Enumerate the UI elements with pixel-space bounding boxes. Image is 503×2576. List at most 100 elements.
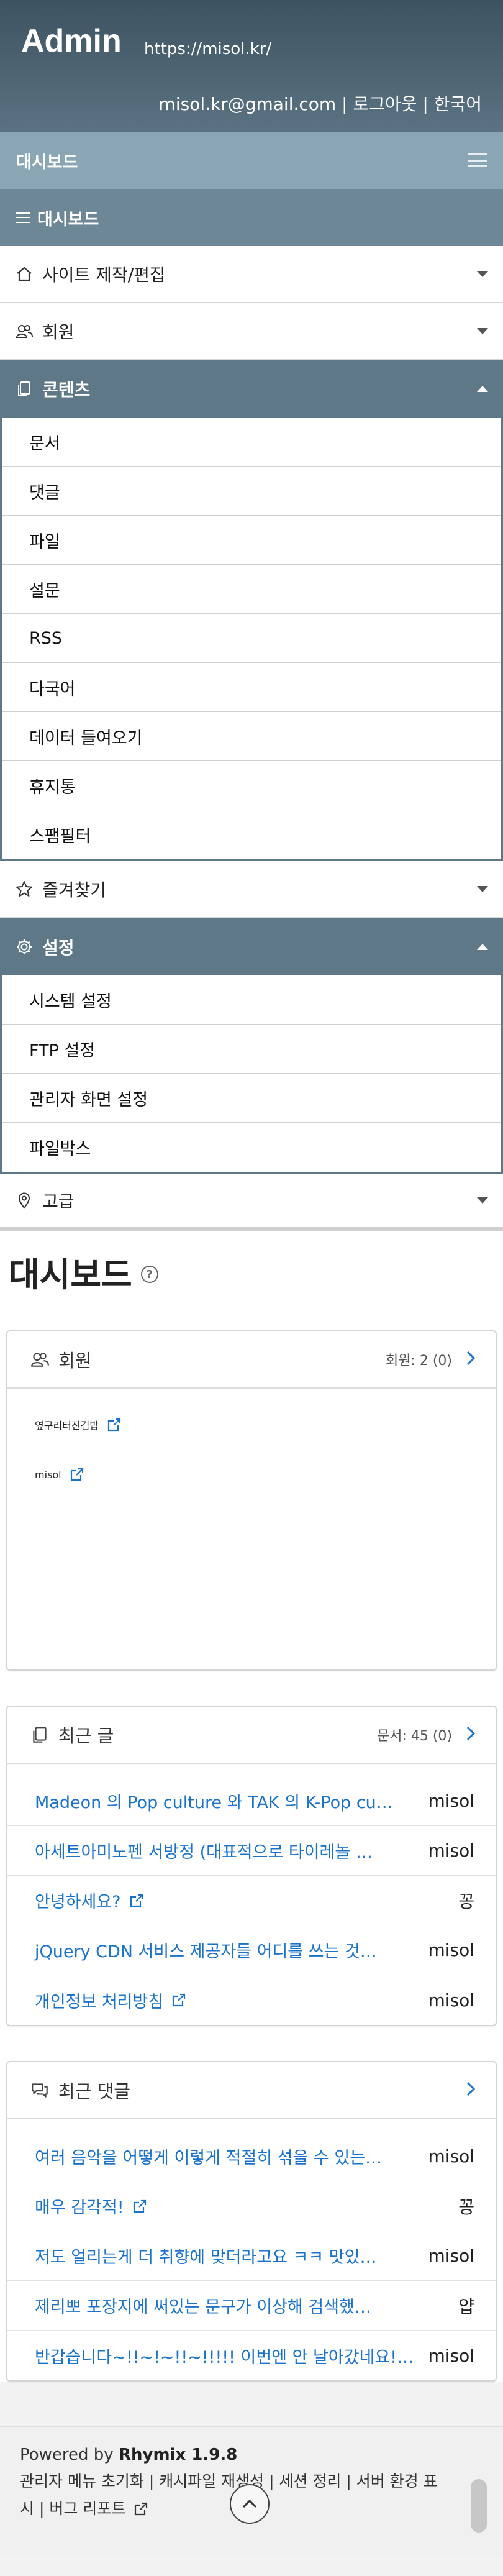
language-link[interactable]: 한국어 [434, 94, 482, 114]
comment-author: misol [428, 2245, 474, 2266]
document-link[interactable]: jQuery CDN 서비스 제공자들 어디를 쓰는 것… [35, 1938, 377, 1962]
document-link[interactable]: 개인정보 처리방침 [35, 1988, 187, 2012]
list-item: 저도 얼리는게 더 취향에 맞더라고요 ㅋㅋ 맛있… misol [7, 2231, 496, 2281]
email-link[interactable]: misol.kr@gmail.com [159, 94, 337, 114]
copy-icon [30, 1725, 50, 1745]
menu-members[interactable]: 회원 [0, 303, 503, 360]
member-link[interactable]: misol [35, 1466, 85, 1482]
comment-link[interactable]: 제리뽀 포장지에 써있는 문구가 이상해 검색했… [35, 2293, 371, 2318]
submenu-item-spamfilter[interactable]: 스팸필터 [2, 810, 501, 859]
document-author: misol [428, 1989, 474, 2011]
member-name: misol [35, 1468, 61, 1481]
external-link-icon [171, 1992, 187, 2008]
logout-link[interactable]: 로그아웃 [353, 94, 417, 114]
footer-links-line2[interactable]: 시 | 버그 리포트 [20, 2495, 125, 2523]
document-link[interactable]: Madeon 의 Pop culture 와 TAK 의 K-Pop cu… [35, 1789, 393, 1813]
scrollbar-thumb[interactable] [471, 2479, 487, 2533]
contents-submenu: 문서 댓글 파일 설문 RSS 다국어 데이터 들여오기 휴지통 스팸필터 [0, 418, 503, 861]
hamburger-icon[interactable] [468, 153, 487, 167]
brand-logo[interactable]: Admin [21, 22, 122, 60]
menu-site-build[interactable]: 사이트 제작/편집 [0, 246, 503, 303]
submenu-item-system-settings[interactable]: 시스템 설정 [2, 975, 501, 1025]
external-link-icon [132, 2198, 148, 2214]
comment-link[interactable]: 매우 감각적! [35, 2194, 148, 2218]
copy-icon [15, 380, 34, 398]
recent-comments-list: 여러 음악을 어떻게 이렇게 적절히 섞을 수 있는… misol 매우 감각적… [7, 2119, 496, 2380]
home-icon [15, 265, 34, 283]
chevron-right-icon[interactable] [464, 1349, 477, 1370]
submenu-item-files[interactable]: 파일 [2, 516, 501, 565]
menu-settings[interactable]: 설정 [0, 918, 503, 975]
star-icon [15, 880, 34, 898]
dashboard-bar[interactable]: 대시보드 [0, 132, 503, 189]
submenu-item-filebox[interactable]: 파일박스 [2, 1123, 501, 1172]
recent-comments-title: 최근 댓글 [58, 2081, 130, 2102]
recent-documents-header: 최근 글 문서: 45 (0) [7, 1707, 496, 1764]
document-link[interactable]: 안녕하세요? [35, 1888, 145, 1912]
comment-author: 꽁 [458, 2196, 474, 2217]
chevron-down-icon [477, 1197, 488, 1204]
dashboard-menu-label: 대시보드 [37, 209, 99, 229]
recent-documents-list: Madeon 의 Pop culture 와 TAK 의 K-Pop cu… m… [7, 1764, 496, 2025]
list-item: 옆구리터진김밥 [7, 1400, 496, 1450]
list-item: jQuery CDN 서비스 제공자들 어디를 쓰는 것… misol [7, 1925, 496, 1975]
dashboard-content: 회원 회원: 2 (0) 옆구리터진김밥 misol 최근 글 문서: 45 (… [0, 1312, 503, 2382]
list-item: 개인정보 처리방침 misol [7, 1975, 496, 2025]
recent-comments-header: 최근 댓글 [7, 2062, 496, 2119]
recent-documents-card: 최근 글 문서: 45 (0) Madeon 의 Pop culture 와 T… [6, 1706, 497, 2026]
submenu-item-rss[interactable]: RSS [2, 614, 501, 663]
members-list: 옆구리터진김밥 misol [7, 1389, 496, 1669]
submenu-item-import[interactable]: 데이터 들여오기 [2, 712, 501, 761]
document-title: 개인정보 처리방침 [35, 1992, 164, 2012]
document-link[interactable]: 아세트아미노펜 서방정 (대표적으로 타이레놀 … [35, 1838, 373, 1863]
powered-by-prefix: Powered by [20, 2446, 119, 2464]
scroll-to-top-button[interactable] [230, 2484, 270, 2524]
comment-author: 얍 [458, 2296, 474, 2317]
help-icon[interactable]: ? [140, 1266, 158, 1283]
submenu-item-ftp-settings[interactable]: FTP 설정 [2, 1025, 501, 1074]
rhymix-version-link[interactable]: Rhymix 1.9.8 [119, 2446, 237, 2464]
submenu-item-polls[interactable]: 설문 [2, 565, 501, 614]
submenu-item-comments[interactable]: 댓글 [2, 467, 501, 516]
member-link[interactable]: 옆구리터진김밥 [35, 1417, 122, 1433]
separator: | [336, 94, 353, 114]
comment-text: 매우 감각적! [35, 2198, 124, 2217]
comment-author: misol [428, 2146, 474, 2167]
list-item: 반갑습니다~!!~!~!!~!!!!! 이번엔 안 날아갔네요!… misol [7, 2331, 496, 2380]
list-item: 매우 감각적! 꽁 [7, 2181, 496, 2231]
settings-submenu: 시스템 설정 FTP 설정 관리자 화면 설정 파일박스 [0, 975, 503, 1174]
menu-favorites[interactable]: 즐겨찾기 [0, 861, 503, 918]
member-name: 옆구리터진김밥 [35, 1420, 99, 1432]
separator: | [417, 94, 434, 114]
site-url-link[interactable]: https://misol.kr/ [144, 40, 271, 58]
external-link-icon [69, 1466, 85, 1482]
dashboard-menu-link[interactable]: 대시보드 [0, 189, 503, 246]
submenu-item-admin-ui-settings[interactable]: 관리자 화면 설정 [2, 1074, 501, 1123]
list-item: 안녕하세요? 꽁 [7, 1876, 496, 1925]
submenu-item-multilingual[interactable]: 다국어 [2, 663, 501, 712]
members-card-title: 회원 [58, 1350, 92, 1371]
chevron-up-icon [477, 386, 488, 392]
users-icon [30, 1350, 50, 1369]
comment-link[interactable]: 여러 음악을 어떻게 이렇게 적절히 섞을 수 있는… [35, 2144, 382, 2168]
chevron-up-icon [477, 944, 488, 950]
users-icon [15, 322, 34, 340]
comment-link[interactable]: 반갑습니다~!!~!~!!~!!!!! 이번엔 안 날아갔네요!… [35, 2344, 414, 2368]
submenu-item-trash[interactable]: 휴지통 [2, 761, 501, 810]
menu-advanced[interactable]: 고급 [0, 1174, 503, 1231]
recent-comments-card: 최근 댓글 여러 음악을 어떻게 이렇게 적절히 섞을 수 있는… misol … [6, 2061, 497, 2382]
chevron-right-icon[interactable] [464, 2080, 477, 2101]
comments-icon [30, 2080, 50, 2100]
chevron-right-icon[interactable] [464, 1724, 477, 1745]
account-links: misol.kr@gmail.com | 로그아웃 | 한국어 [159, 91, 482, 116]
menu-advanced-label: 고급 [42, 1191, 75, 1212]
submenu-item-documents[interactable]: 문서 [2, 418, 501, 467]
external-link-icon [106, 1417, 122, 1433]
map-pin-icon [15, 1191, 34, 1210]
page-title: 대시보드 [9, 1254, 132, 1294]
chevron-down-icon [477, 886, 488, 892]
menu-site-build-label: 사이트 제작/편집 [42, 265, 166, 285]
menu-contents[interactable]: 콘텐츠 [0, 360, 503, 418]
comment-link[interactable]: 저도 얼리는게 더 취향에 맞더라고요 ㅋㅋ 맛있… [35, 2244, 376, 2268]
list-item: 아세트아미노펜 서방정 (대표적으로 타이레놀 … misol [7, 1826, 496, 1876]
